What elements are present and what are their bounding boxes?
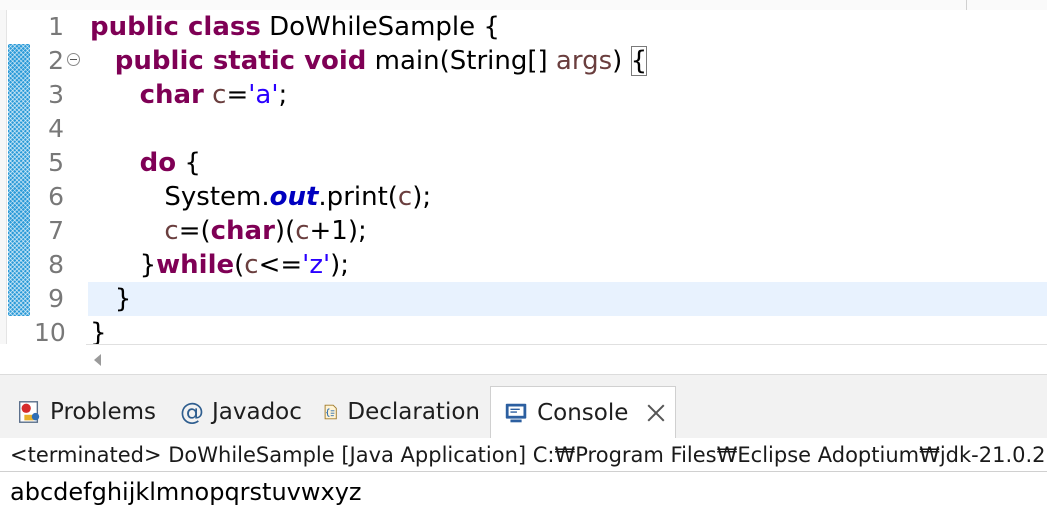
code-line[interactable]: char c='a'; (90, 78, 288, 112)
code-token: c (244, 250, 259, 280)
code-token: main(String[] (366, 46, 556, 76)
code-token: } (90, 250, 157, 280)
tab-console-label: Console (537, 400, 629, 426)
code-token: ); (330, 250, 350, 280)
code-token: c (212, 80, 227, 110)
code-token: while (156, 250, 235, 280)
code-line[interactable]: public static void main(String[] args) { (90, 44, 648, 78)
code-token: 'a' (248, 80, 279, 110)
bottom-panel-tabbar: Problems @ Javadoc Declaration Console (0, 386, 1047, 439)
code-token: { (176, 148, 201, 178)
code-token: =( (178, 216, 211, 246)
console-icon (505, 403, 527, 423)
problems-icon (19, 401, 40, 423)
fold-collapse-icon[interactable] (67, 53, 80, 66)
code-token: )( (274, 216, 296, 246)
current-line-highlight (88, 282, 1047, 316)
code-token: } (90, 284, 132, 314)
scroll-left-arrow-icon[interactable] (94, 354, 101, 366)
code-token: } (90, 318, 107, 344)
code-token: = (226, 80, 249, 110)
console-output[interactable]: abcdefghijklmnopqrstuvwxyz (0, 473, 1047, 522)
code-token: public class (90, 12, 261, 42)
line-number: 9 (48, 284, 64, 313)
line-number: 4 (48, 114, 64, 143)
console-process-status: <terminated> DoWhileSample [Java Applica… (0, 438, 1047, 472)
code-token: .print( (318, 182, 398, 212)
tab-problems[interactable]: Problems (4, 386, 166, 438)
line-number: 5 (48, 148, 64, 177)
code-editor[interactable]: 1 2 3 4 5 6 7 8 9 10 public class DoWhileSample {… (0, 10, 1047, 344)
tab-console[interactable]: Console (490, 386, 676, 439)
code-token: System. (90, 182, 270, 212)
code-token: args (555, 46, 613, 76)
code-line[interactable]: } (90, 316, 107, 344)
code-token: 'z' (302, 250, 331, 280)
code-token: c (295, 216, 310, 246)
line-number: 10 (34, 318, 66, 344)
line-number: 6 (48, 182, 64, 211)
code-token: ) (612, 46, 631, 76)
code-line[interactable]: } (90, 282, 132, 316)
code-token: public static void (114, 46, 367, 76)
code-token: c (397, 182, 413, 212)
tab-declaration-label: Declaration (347, 399, 480, 425)
declaration-icon (324, 404, 337, 420)
tab-strip-divider (966, 0, 967, 10)
code-line[interactable]: c=(char)(c+1); (90, 214, 367, 248)
code-line[interactable]: do { (90, 146, 201, 180)
code-line[interactable]: }while(c<='z'); (90, 248, 349, 282)
editor-left-margin (0, 10, 7, 344)
code-token: ); (412, 182, 432, 212)
code-token: char (139, 80, 204, 110)
line-number: 2 (48, 46, 64, 75)
close-icon[interactable] (646, 403, 665, 423)
code-line[interactable]: public class DoWhileSample { (90, 10, 500, 44)
code-token: DoWhileSample { (260, 12, 500, 42)
quick-diff-change-bar (8, 44, 30, 316)
tab-javadoc[interactable]: @ Javadoc (168, 386, 310, 438)
horizontal-scrollbar[interactable] (86, 344, 1047, 375)
code-area[interactable]: public class DoWhileSample { public stat… (88, 10, 1047, 344)
tab-javadoc-label: Javadoc (212, 399, 302, 425)
code-token: +1); (309, 216, 367, 246)
code-token: c (164, 216, 179, 246)
javadoc-icon: @ (180, 398, 204, 426)
code-line[interactable]: System.out.print(c); (90, 180, 431, 214)
code-token: out (269, 182, 319, 212)
code-token: <= (258, 250, 303, 280)
line-number: 7 (48, 216, 64, 245)
tab-problems-label: Problems (49, 399, 156, 425)
code-token: do (139, 148, 177, 178)
code-token: { (630, 46, 648, 76)
line-number: 1 (48, 12, 64, 41)
line-number: 3 (48, 80, 64, 109)
code-token: ( (234, 250, 245, 280)
scroll-gutter (0, 344, 86, 374)
code-token: char (210, 216, 275, 246)
tab-declaration[interactable]: Declaration (310, 386, 490, 438)
line-number: 8 (48, 250, 64, 279)
code-token: ; (278, 80, 288, 110)
